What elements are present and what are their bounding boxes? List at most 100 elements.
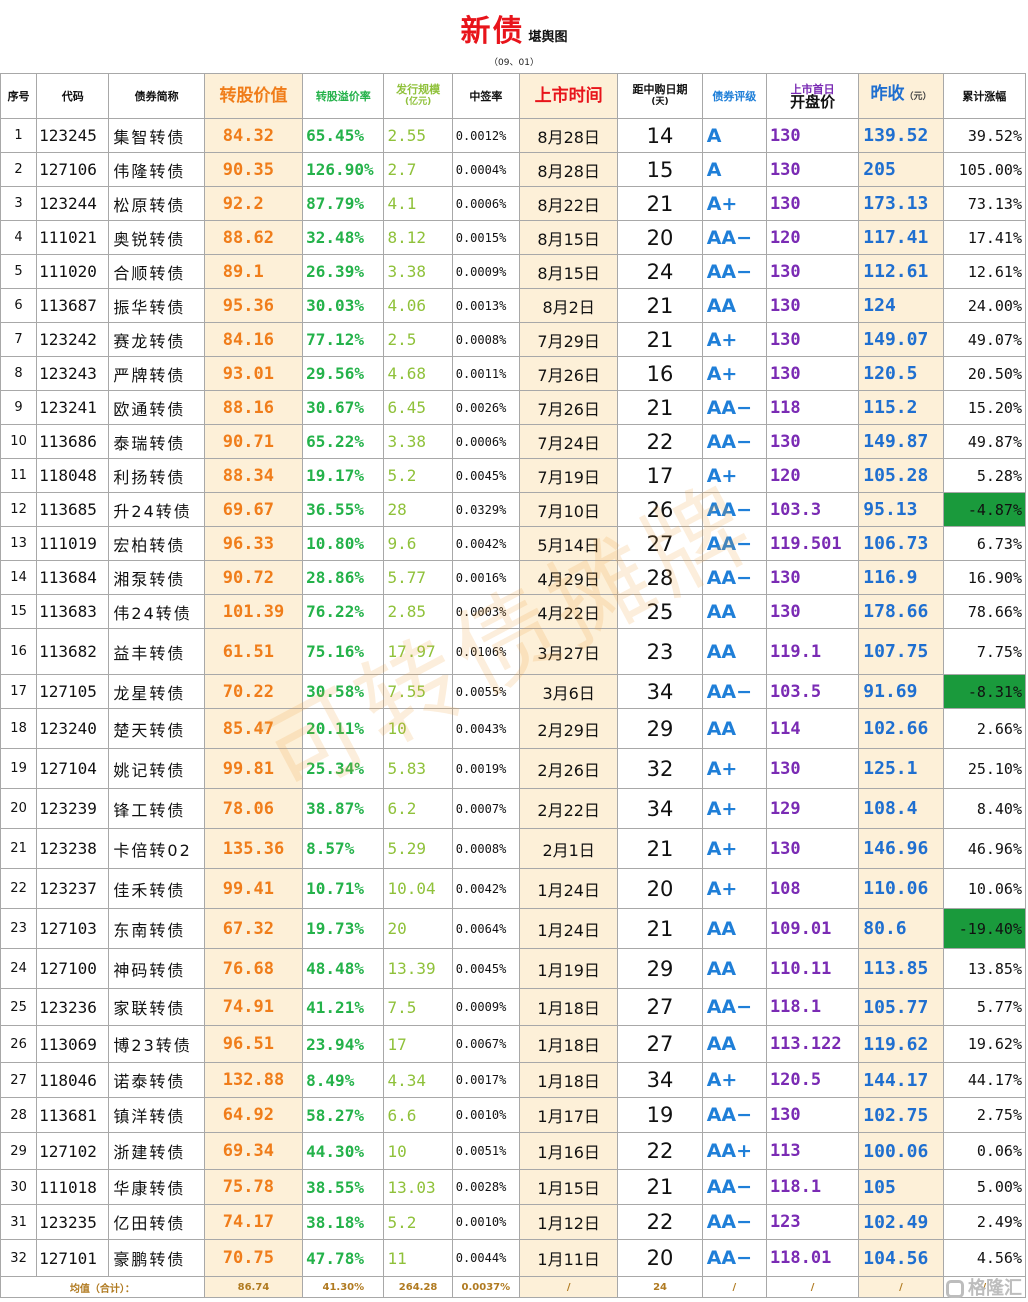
cell-bond-code: 113681: [36, 1097, 110, 1133]
cell-row-index: 3: [0, 186, 38, 221]
cell-conv-value: 89.1: [203, 254, 304, 289]
cell-row-index: 10: [0, 424, 38, 459]
cell-win-rate: 0.0019%: [451, 748, 520, 789]
cell-close-price: 102.75: [858, 1097, 944, 1133]
cell-bond-name: 振华转债: [108, 288, 205, 323]
cell-bond-name: 东南转债: [108, 908, 205, 949]
cell-row-index: 5: [0, 254, 38, 289]
cell-close-price: 117.41: [858, 220, 944, 255]
cell-win-rate: 0.0051%: [451, 1132, 520, 1170]
cell-conv-value: 64.92: [203, 1097, 304, 1133]
cell-conv-value: 74.91: [203, 988, 304, 1026]
cell-row-index: 30: [0, 1169, 38, 1205]
cell-days: 34: [617, 674, 703, 709]
cell-row-index: 26: [0, 1025, 38, 1063]
cell-premium: 20.11%: [302, 708, 385, 749]
table-row: 30 111018 华康转债 75.78 38.55% 13.03 0.0028% 1月15日…: [0, 1169, 1027, 1205]
cell-premium: 44.30%: [302, 1132, 385, 1170]
cell-bond-code: 123238: [36, 828, 110, 869]
cell-premium: 48.48%: [302, 948, 385, 989]
cell-bond-code: 118048: [36, 458, 110, 493]
cell-close-price: 119.62: [858, 1025, 944, 1063]
cell-open-price: 103.3: [765, 492, 860, 527]
cell-premium: 65.45%: [302, 118, 385, 153]
footer-rating: /: [701, 1276, 767, 1298]
cell-row-index: 32: [0, 1239, 38, 1277]
cell-premium: 87.79%: [302, 186, 385, 221]
cell-win-rate: 0.0015%: [451, 220, 520, 255]
cell-cumulative-change: 0.06%: [942, 1132, 1027, 1170]
cell-rating: AA: [701, 708, 767, 749]
cell-days: 23: [617, 628, 703, 675]
cell-close-price: 125.1: [858, 748, 944, 789]
cell-rating: AA+: [701, 1132, 767, 1170]
cell-win-rate: 0.0009%: [451, 254, 520, 289]
table-row: 21 123238 卡倍转02 135.36 8.57% 5.29 0.0008% 2月1日 2…: [0, 828, 1027, 869]
cell-days: 24: [617, 254, 703, 289]
cell-conv-value: 88.62: [203, 220, 304, 255]
cell-win-rate: 0.0042%: [451, 526, 520, 561]
cell-rating: A+: [701, 356, 767, 391]
cell-close-price: 144.17: [858, 1062, 944, 1098]
cell-conv-value: 99.81: [203, 748, 304, 789]
table-row: 20 123239 锋工转债 78.06 38.87% 6.2 0.0007% 2月22日 34…: [0, 788, 1027, 829]
cell-row-index: 4: [0, 220, 38, 255]
cell-cumulative-change: 2.49%: [942, 1204, 1027, 1240]
table-row: 4 111021 奥锐转债 88.62 32.48% 8.12 0.0015% 8月15日 20…: [0, 220, 1027, 255]
cell-conv-value: 76.68: [203, 948, 304, 989]
cell-win-rate: 0.0026%: [451, 390, 520, 425]
cell-rating: A+: [701, 788, 767, 829]
footer-list-date: /: [518, 1276, 619, 1298]
col-close-unit: （元）: [904, 92, 932, 102]
cell-win-rate: 0.0010%: [451, 1097, 520, 1133]
col-close-title: 昨收: [870, 84, 905, 104]
cell-issue-size: 13.39: [383, 948, 453, 989]
cell-close-price: 139.52: [858, 118, 944, 153]
cell-days: 15: [617, 152, 703, 187]
cell-open-price: 118: [765, 390, 860, 425]
cell-cumulative-change: 4.56%: [942, 1239, 1027, 1277]
cell-bond-code: 111019: [36, 526, 110, 561]
cell-days: 27: [617, 1025, 703, 1063]
cell-open-price: 118.1: [765, 988, 860, 1026]
cell-rating: A+: [701, 748, 767, 789]
col-size: 发行规模 (亿元): [383, 73, 453, 119]
cell-row-index: 28: [0, 1097, 38, 1133]
cell-open-price: 103.5: [765, 674, 860, 709]
col-code: 代码: [36, 73, 110, 119]
cell-list-date: 1月18日: [518, 1025, 619, 1063]
cell-close-price: 105: [858, 1169, 944, 1205]
cell-issue-size: 6.2: [383, 788, 453, 829]
cell-bond-code: 123242: [36, 322, 110, 357]
cell-days: 20: [617, 1239, 703, 1277]
cell-issue-size: 10: [383, 1132, 453, 1170]
col-size-title: 发行规模: [396, 83, 441, 96]
logo-text: 格隆汇: [968, 1278, 1022, 1299]
cell-bond-name: 豪鹏转债: [108, 1239, 205, 1277]
cell-open-price: 109.01: [765, 908, 860, 949]
cell-open-price: 130: [765, 1097, 860, 1133]
cell-issue-size: 3.38: [383, 424, 453, 459]
cell-open-price: 130: [765, 152, 860, 187]
cell-issue-size: 7.5: [383, 988, 453, 1026]
table-row: 11 118048 利扬转债 88.34 19.17% 5.2 0.0045% 7月19日 17…: [0, 458, 1027, 493]
cell-win-rate: 0.0010%: [451, 1204, 520, 1240]
cell-cumulative-change: 25.10%: [942, 748, 1027, 789]
cell-cumulative-change: -4.87%: [942, 492, 1027, 527]
footer-conv-value: 86.74: [203, 1276, 304, 1298]
cell-bond-name: 松原转债: [108, 186, 205, 221]
cell-bond-name: 利扬转债: [108, 458, 205, 493]
cell-cumulative-change: 17.41%: [942, 220, 1027, 255]
cell-days: 21: [617, 390, 703, 425]
cell-issue-size: 9.6: [383, 526, 453, 561]
cell-list-date: 7月24日: [518, 424, 619, 459]
cell-rating: A+: [701, 186, 767, 221]
cell-list-date: 4月29日: [518, 560, 619, 595]
cell-premium: 65.22%: [302, 424, 385, 459]
cell-issue-size: 4.68: [383, 356, 453, 391]
cell-issue-size: 4.06: [383, 288, 453, 323]
brand-logo: 格隆汇: [946, 1274, 1022, 1300]
cell-cumulative-change: 73.13%: [942, 186, 1027, 221]
cell-bond-name: 姚记转债: [108, 748, 205, 789]
cell-bond-code: 123241: [36, 390, 110, 425]
